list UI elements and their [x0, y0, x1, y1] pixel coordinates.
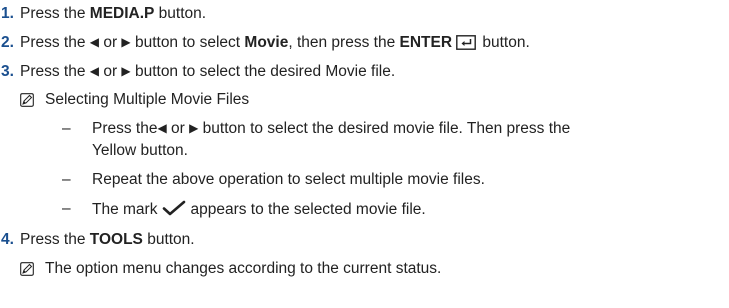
text-segment: The mark [92, 201, 158, 218]
enter-icon [456, 35, 476, 50]
step-number: 4. [1, 231, 14, 248]
right-arrow-icon: ▶ [121, 64, 131, 78]
button-name: MEDIA.P [89, 5, 155, 22]
text-segment: or [166, 120, 190, 137]
subitem-text: Repeat the above operation to select mul… [92, 171, 485, 188]
step-text: Press the ◀ or ▶ button to select the de… [20, 63, 395, 81]
text-segment: Press the [20, 34, 90, 51]
left-arrow-icon: ◀ [157, 121, 167, 135]
text-segment: button. [142, 231, 195, 248]
step-number: 1. [1, 5, 14, 22]
text-segment: or [99, 63, 122, 80]
left-arrow-icon: ◀ [89, 35, 100, 49]
text-segment: button. [154, 5, 207, 22]
subitem-text: The mark appears to the selected movie fi… [92, 200, 426, 219]
step-text: Press the TOOLS button. [20, 231, 195, 249]
right-arrow-icon: ▶ [189, 121, 199, 135]
text-segment: button to select the desired movie file.… [198, 120, 571, 137]
text-segment: button to select the desired Movie file. [130, 63, 396, 80]
text-segment: , then press the [288, 34, 400, 51]
dash-bullet: – [62, 120, 71, 137]
text-segment: Press the [20, 231, 90, 248]
subitem-text: Press the◀ or ▶ button to select the des… [92, 120, 570, 138]
step-text: Press the ◀ or ▶ button to select Movie,… [20, 34, 530, 52]
text-segment: or [99, 34, 122, 51]
note-text: Selecting Multiple Movie Files [45, 91, 250, 108]
left-arrow-icon: ◀ [89, 64, 100, 78]
note-icon [20, 93, 34, 107]
note-icon [20, 262, 34, 276]
step-number: 2. [1, 34, 14, 51]
note-text: The option menu changes according to the… [45, 260, 442, 277]
dash-bullet: – [62, 200, 71, 217]
text-segment: button. [478, 34, 530, 51]
text-segment: appears to the selected movie file. [190, 201, 426, 218]
checkmark-icon [163, 200, 186, 216]
dash-bullet: – [62, 171, 71, 188]
instruction-document: 1. Press the MEDIA.P button. 2. Press th… [0, 0, 729, 308]
subitem-text: Yellow button. [92, 142, 188, 159]
step-number: 3. [1, 63, 14, 80]
menu-item-name: Movie [244, 34, 289, 51]
text-segment: button to select [130, 34, 245, 51]
text-segment: Press the [92, 120, 158, 137]
button-name: TOOLS [89, 231, 143, 248]
text-segment: Press the [20, 5, 90, 22]
button-name: ENTER [399, 34, 453, 51]
step-text: Press the MEDIA.P button. [20, 5, 206, 23]
right-arrow-icon: ▶ [121, 35, 131, 49]
text-segment: Press the [20, 63, 90, 80]
